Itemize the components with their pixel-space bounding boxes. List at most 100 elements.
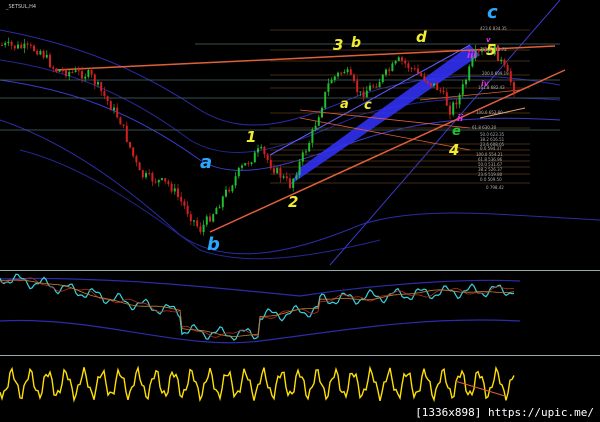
candle-body — [141, 170, 144, 178]
osc1-slow-line — [0, 279, 515, 337]
candle-body — [33, 45, 35, 51]
candle-body — [468, 66, 471, 80]
candle-body — [279, 168, 282, 178]
wave-label-b2: b — [351, 35, 362, 51]
fib-label-5: 61.8 630.20 — [472, 125, 497, 130]
candle-body — [58, 70, 61, 72]
candle-body — [356, 80, 359, 93]
oscillator-panel-1[interactable] — [0, 271, 600, 354]
candle-body — [394, 60, 397, 64]
candle-body — [49, 54, 51, 68]
candle-body — [423, 75, 426, 82]
candle-body — [17, 44, 19, 49]
fib-label-16: 0 798.42 — [486, 185, 504, 190]
wave-label-v: v — [486, 36, 491, 44]
candle-body — [90, 70, 93, 75]
candle-body — [266, 154, 269, 161]
candle-body — [183, 201, 186, 206]
fib-label-9: 0.0 594.37 — [480, 146, 502, 151]
candle-body — [420, 73, 423, 76]
wave-label-d: d — [416, 28, 427, 46]
candle-body — [103, 91, 106, 97]
candle-body — [164, 178, 167, 182]
candle-body — [452, 102, 455, 115]
candle-body — [1, 45, 3, 46]
candle-body — [413, 68, 416, 70]
candle-body — [205, 216, 208, 225]
candle-body — [167, 181, 170, 184]
candle-body — [343, 72, 346, 74]
candle-body — [449, 105, 451, 115]
candle-body — [189, 214, 192, 222]
candle-body — [500, 59, 503, 61]
candle-body — [513, 82, 515, 93]
candle-body — [359, 91, 362, 93]
candle-body — [305, 151, 307, 153]
candle-body — [314, 125, 317, 130]
candle-body — [148, 173, 151, 175]
candle-body — [132, 147, 135, 157]
candle-body — [461, 84, 464, 95]
candle-body — [116, 107, 119, 118]
candle-body — [125, 125, 128, 143]
candle-body — [410, 68, 413, 70]
candle-body — [269, 160, 272, 169]
wave-label-b1: b — [207, 234, 220, 255]
price-chart-panel[interactable]: _SETSUL,H4 c a b 1 2 3 b d a c 5 4 iii i… — [0, 0, 600, 270]
candle-body — [138, 162, 141, 171]
candle-body — [193, 220, 195, 222]
wave-label-1: 1 — [246, 128, 257, 146]
fib-label-1: 261.8 718.72 — [480, 47, 507, 52]
wave-label-a2: a — [340, 97, 349, 112]
candle-body — [39, 51, 42, 55]
candle-body — [215, 208, 218, 215]
candle-body — [369, 85, 371, 91]
osc1-main-line — [0, 273, 515, 341]
symbol-label: _SETSUL,H4 — [6, 4, 37, 10]
candle-body — [301, 152, 304, 162]
candle-body — [218, 207, 221, 209]
candle-body — [426, 81, 429, 83]
candle-body — [145, 173, 147, 178]
candle-body — [260, 146, 263, 149]
wave-label-iii: iii — [467, 51, 477, 61]
fib-label-4: 100.0 652.80 — [476, 110, 503, 115]
candle-body — [113, 107, 115, 111]
candle-body — [231, 185, 234, 192]
fib-label-3: 161.8 682.43 — [478, 85, 505, 90]
candle-body — [378, 82, 381, 88]
candle-body — [129, 142, 131, 148]
candle-body — [289, 178, 291, 188]
envelope-band-2 — [0, 59, 561, 154]
candle-body — [212, 214, 215, 222]
candle-body — [273, 168, 275, 174]
candle-body — [324, 91, 327, 108]
wave-label-3: 3 — [333, 36, 344, 54]
candle-body — [81, 71, 83, 79]
candle-body — [321, 107, 323, 118]
candle-body — [295, 175, 298, 179]
candle-body — [257, 148, 259, 153]
candle-body — [52, 67, 55, 69]
candle-body — [433, 83, 435, 86]
candle-body — [93, 74, 96, 85]
candle-body — [397, 57, 400, 61]
candle-body — [417, 68, 419, 74]
candle-body — [391, 63, 394, 72]
osc2-divergence-line — [454, 380, 506, 397]
candle-body — [327, 83, 330, 92]
candlestick-series — [1, 37, 515, 236]
candle-body — [317, 117, 320, 126]
candle-body — [337, 72, 339, 77]
candle-body — [340, 72, 343, 74]
wave-label-a1: a — [200, 152, 213, 173]
candle-body — [285, 176, 288, 179]
candle-body — [333, 76, 336, 81]
candle-body — [455, 102, 458, 105]
oscillator-panel-2[interactable]: [1336x898] https://upic.me/ — [0, 356, 600, 422]
envelope-lower-band — [0, 119, 600, 255]
fan-line-2 — [299, 117, 471, 151]
candle-body — [177, 188, 179, 197]
candle-body — [244, 163, 247, 166]
candle-body — [97, 82, 99, 85]
